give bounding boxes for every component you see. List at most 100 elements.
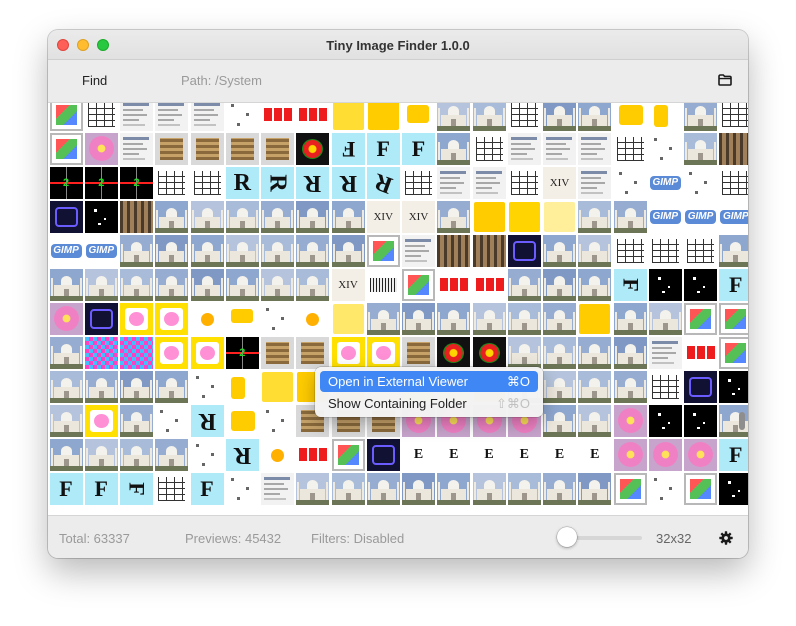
thumbnail[interactable] [684, 167, 717, 199]
thumbnail[interactable] [684, 371, 717, 403]
thumbnail[interactable]: F [84, 473, 118, 505]
thumbnail[interactable] [472, 303, 506, 335]
thumbnail[interactable] [437, 133, 471, 165]
thumbnail[interactable] [543, 303, 576, 335]
thumbnail[interactable] [684, 439, 717, 471]
thumbnail[interactable] [296, 439, 330, 471]
thumbnail[interactable] [84, 133, 118, 165]
thumbnail[interactable] [49, 103, 83, 131]
gear-icon[interactable] [719, 531, 733, 545]
thumbnail[interactable] [225, 473, 259, 505]
thumbnail[interactable]: R [225, 439, 259, 471]
thumbnail[interactable] [155, 337, 189, 369]
thumbnail[interactable] [49, 133, 83, 165]
thumbnail[interactable] [261, 337, 294, 369]
thumbnail[interactable] [49, 337, 83, 369]
thumbnail[interactable]: XIV [331, 269, 365, 301]
thumbnail[interactable] [261, 405, 294, 437]
thumbnail[interactable] [155, 235, 189, 267]
thumbnail[interactable] [84, 371, 118, 403]
thumbnail[interactable] [437, 167, 471, 199]
thumbnail[interactable] [331, 235, 365, 267]
thumbnail[interactable] [155, 269, 189, 301]
thumbnail[interactable] [648, 303, 682, 335]
thumbnail[interactable] [507, 103, 541, 131]
thumbnail[interactable]: 2 [120, 167, 153, 199]
thumbnail[interactable] [543, 103, 576, 131]
thumbnail[interactable] [225, 133, 259, 165]
thumbnail[interactable] [261, 235, 294, 267]
thumbnail[interactable] [296, 133, 330, 165]
thumbnail[interactable] [543, 337, 576, 369]
thumbnail[interactable] [507, 235, 541, 267]
thumbnail[interactable] [578, 473, 612, 505]
thumbnail[interactable] [366, 269, 400, 301]
folder-icon[interactable] [718, 74, 732, 86]
thumbnail[interactable] [190, 303, 224, 335]
thumbnail[interactable] [155, 201, 189, 233]
thumbnail[interactable]: R [261, 167, 294, 199]
thumbnail[interactable]: GIMP [648, 201, 682, 233]
thumbnail[interactable] [155, 133, 189, 165]
thumbnail[interactable] [613, 371, 647, 403]
thumbnail[interactable] [331, 439, 365, 471]
thumbnail[interactable] [402, 337, 435, 369]
thumbnail[interactable]: XIV [402, 201, 435, 233]
thumbnail[interactable] [578, 337, 612, 369]
thumbnail[interactable]: GIMP [84, 235, 118, 267]
thumbnail[interactable] [578, 201, 612, 233]
thumbnail[interactable] [472, 473, 506, 505]
thumbnail-size-slider-knob[interactable] [557, 527, 577, 547]
thumbnail[interactable] [49, 405, 83, 437]
thumbnail[interactable] [190, 439, 224, 471]
thumbnail[interactable] [296, 473, 330, 505]
thumbnail[interactable]: R [296, 167, 330, 199]
thumbnail[interactable] [120, 201, 153, 233]
thumbnail[interactable] [648, 103, 682, 131]
thumbnail[interactable] [120, 439, 153, 471]
thumbnail[interactable] [190, 133, 224, 165]
thumbnail[interactable] [543, 371, 576, 403]
thumbnail[interactable] [648, 371, 682, 403]
thumbnail[interactable] [84, 303, 118, 335]
thumbnail[interactable] [84, 269, 118, 301]
thumbnail[interactable] [190, 337, 224, 369]
thumbnail[interactable] [578, 167, 612, 199]
thumbnail[interactable] [225, 103, 259, 131]
thumbnail[interactable] [402, 235, 435, 267]
thumbnail[interactable] [507, 167, 541, 199]
thumbnail[interactable] [437, 201, 471, 233]
thumbnail[interactable]: F [190, 473, 224, 505]
thumbnail[interactable]: XIV [366, 201, 400, 233]
thumbnail[interactable] [507, 269, 541, 301]
thumbnail[interactable] [472, 269, 506, 301]
thumbnail[interactable] [155, 439, 189, 471]
thumbnail[interactable] [402, 103, 435, 131]
thumbnail[interactable] [578, 235, 612, 267]
thumbnail[interactable] [225, 235, 259, 267]
thumbnail[interactable]: 2 [225, 337, 259, 369]
thumbnail-grid[interactable]: FFF 2 2 2 R R R R R XIV GIMP XIV XIV GIM… [48, 103, 748, 515]
thumbnail[interactable] [296, 103, 330, 131]
thumbnail[interactable] [648, 133, 682, 165]
thumbnail[interactable] [613, 337, 647, 369]
thumbnail[interactable] [507, 133, 541, 165]
thumbnail[interactable] [225, 269, 259, 301]
thumbnail[interactable] [120, 371, 153, 403]
thumbnail[interactable] [684, 405, 717, 437]
thumbnail[interactable] [437, 235, 471, 267]
thumbnail[interactable]: E [472, 439, 506, 471]
thumbnail[interactable] [331, 303, 365, 335]
thumbnail[interactable] [402, 167, 435, 199]
thumbnail[interactable]: E [578, 439, 612, 471]
thumbnail[interactable]: GIMP [648, 167, 682, 199]
thumbnail[interactable] [261, 269, 294, 301]
thumbnail[interactable] [120, 103, 153, 131]
thumbnail[interactable] [225, 201, 259, 233]
thumbnail[interactable]: GIMP [684, 201, 717, 233]
thumbnail[interactable] [613, 167, 647, 199]
thumbnail[interactable] [684, 473, 717, 505]
thumbnail[interactable] [437, 337, 471, 369]
thumbnail[interactable] [613, 103, 647, 131]
thumbnail[interactable] [366, 439, 400, 471]
